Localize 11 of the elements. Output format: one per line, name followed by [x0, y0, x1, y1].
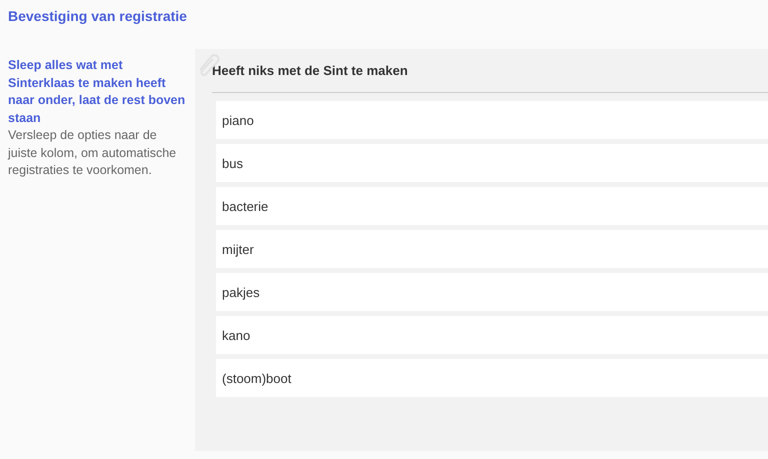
draggable-option[interactable]: piano: [216, 101, 768, 139]
column-title: Heeft niks met de Sint te maken: [212, 63, 768, 93]
draggable-option[interactable]: bus: [216, 144, 768, 182]
page-title: Bevestiging van registratie: [7, 7, 188, 26]
draggable-option[interactable]: bacterie: [216, 187, 768, 225]
draggable-option[interactable]: (stoom)boot: [216, 359, 768, 397]
instruction-heading: Sleep alles wat met Sinterklaas te maken heeft naar onder, laat de rest boven staan: [8, 57, 186, 126]
instruction-text: Versleep de opties naar de juiste kolom, om automatische registraties te voorkomen.: [8, 127, 178, 179]
draggable-option[interactable]: pakjes: [216, 273, 768, 311]
draggable-option[interactable]: kano: [216, 316, 768, 354]
draggable-option[interactable]: mijter: [216, 230, 768, 268]
